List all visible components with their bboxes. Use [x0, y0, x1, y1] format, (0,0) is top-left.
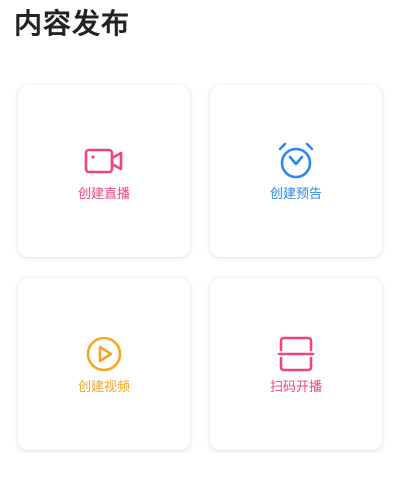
video-camera-icon: [84, 141, 124, 181]
scan-icon: [276, 334, 316, 374]
create-video-label: 创建视频: [77, 380, 130, 395]
scan-start-live-label: 扫码开播: [269, 380, 322, 395]
page-title: 内容发布: [14, 7, 131, 40]
play-circle-icon: [84, 334, 124, 374]
create-live-label: 创建直播: [77, 187, 130, 202]
create-live-card[interactable]: 创建直播: [18, 85, 190, 257]
scan-start-live-card[interactable]: 扫码开播: [210, 278, 382, 450]
create-video-card[interactable]: 创建视频: [18, 278, 190, 450]
create-preview-label: 创建预告: [269, 187, 322, 202]
create-preview-card[interactable]: 创建预告: [210, 85, 382, 257]
alarm-clock-icon: [276, 141, 316, 181]
